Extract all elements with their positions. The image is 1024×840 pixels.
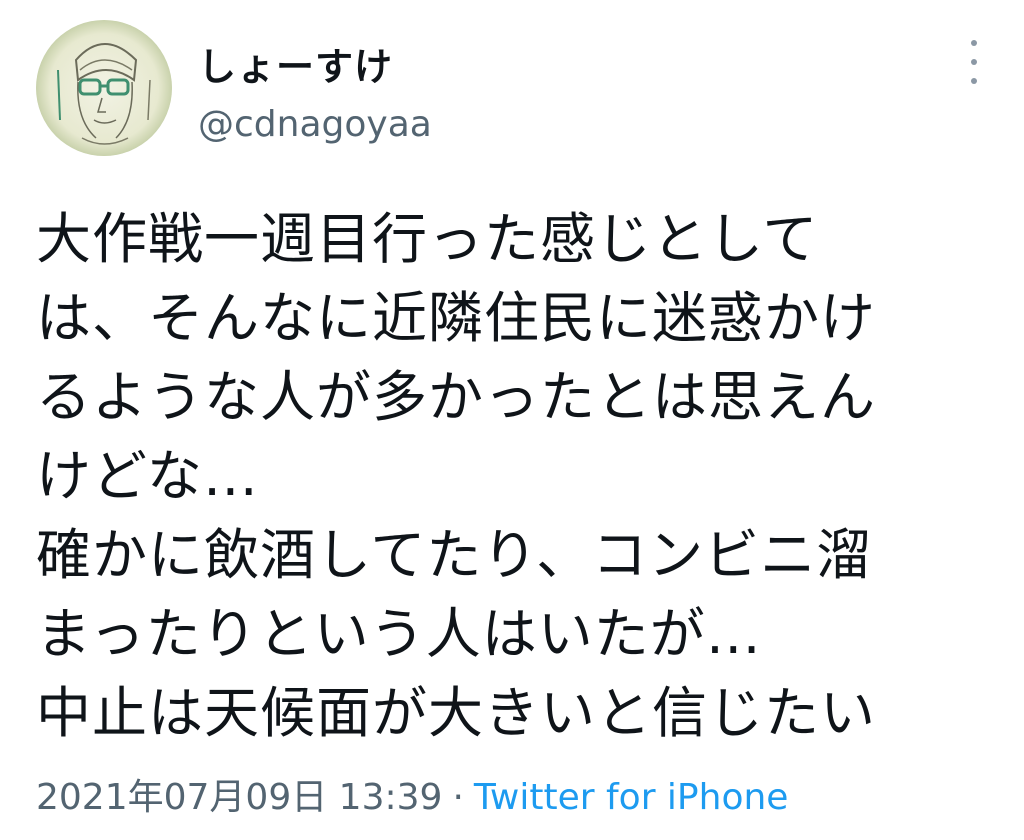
- tweet-text: 大作戦一週目行った感じとして は、そんなに近隣住民に迷惑かけ るような人が多かっ…: [36, 200, 996, 753]
- tweet-line: は、そんなに近隣住民に迷惑かけ: [36, 286, 877, 350]
- more-vertical-icon: [971, 40, 977, 46]
- user-handle[interactable]: @cdnagoyaa: [198, 104, 432, 145]
- tweet-line: まったりという人はいたが…: [36, 602, 762, 666]
- tweet-meta: 2021年07月09日 13:39 · Twitter for iPhone: [36, 768, 788, 820]
- tweet-line: 中止は天候面が大きいと信じたい: [36, 681, 877, 745]
- display-name[interactable]: しょーすけ: [198, 36, 393, 91]
- avatar[interactable]: [36, 20, 172, 156]
- avatar-portrait-sketch-icon: [36, 20, 172, 156]
- meta-separator: ·: [452, 777, 464, 818]
- more-options-button[interactable]: [960, 40, 988, 84]
- tweet-source-link[interactable]: Twitter for iPhone: [474, 777, 789, 818]
- tweet-line: 大作戦一週目行った感じとして: [36, 207, 819, 271]
- tweet-timestamp[interactable]: 2021年07月09日 13:39: [36, 777, 442, 818]
- tweet-line: けどな…: [36, 444, 259, 508]
- tweet-line: るような人が多かったとは思えん: [36, 365, 877, 429]
- tweet-line: 確かに飲酒してたり、コンビニ溜: [36, 523, 873, 587]
